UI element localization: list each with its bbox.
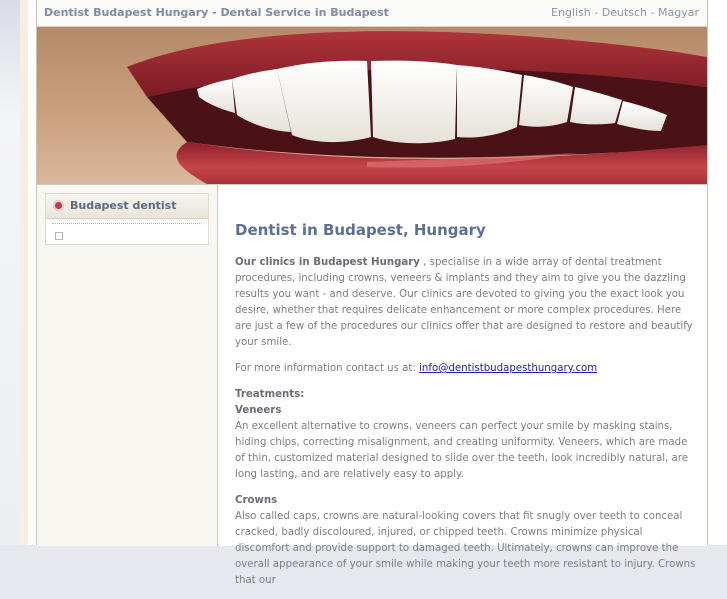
crowns-title: Crowns xyxy=(235,495,278,506)
lang-deutsch-link[interactable]: Deutsch xyxy=(602,6,647,19)
intro-text: , specialise in a wide array of dental t… xyxy=(235,257,693,348)
language-switcher: English - Deutsch - Magyar xyxy=(551,0,699,26)
main-content: Dentist in Budapest, Hungary Our clinics… xyxy=(219,184,707,586)
crowns-text: Also called caps, crowns are natural-loo… xyxy=(235,511,696,586)
dotted-divider xyxy=(52,223,202,224)
treatments-label: Treatments: xyxy=(235,389,305,400)
page-inner: Dentist Budapest Hungary - Dental Servic… xyxy=(36,0,708,586)
contact-paragraph: For more information contact us at: info… xyxy=(235,361,697,377)
contact-text: For more information contact us at: xyxy=(235,363,420,374)
page-frame: Dentist Budapest Hungary - Dental Servic… xyxy=(20,0,727,586)
bullet-icon xyxy=(55,202,62,209)
sidebar-item-budapest-dentist[interactable]: Budapest dentist xyxy=(46,194,208,219)
lang-separator: - xyxy=(647,6,658,19)
sidebar-checkbox[interactable] xyxy=(55,232,63,240)
site-title[interactable]: Dentist Budapest Hungary - Dental Servic… xyxy=(44,0,389,26)
smile-illustration xyxy=(37,27,707,184)
treatments-section: Treatments: Veneers An excellent alterna… xyxy=(235,387,697,589)
intro-paragraph: Our clinics in Budapest Hungary , specia… xyxy=(235,255,697,351)
lang-magyar-link[interactable]: Magyar xyxy=(658,6,699,19)
page-title: Dentist in Budapest, Hungary xyxy=(235,221,486,239)
sidebar-nav-box: Budapest dentist xyxy=(45,193,209,245)
intro-bold: Our clinics in Budapest Hungary xyxy=(235,257,420,268)
veneers-text: An excellent alternative to crowns, vene… xyxy=(235,421,689,480)
lang-separator: - xyxy=(590,6,602,19)
sidebar-box-title: Budapest dentist xyxy=(70,199,177,212)
left-sidebar: Budapest dentist xyxy=(37,184,218,546)
contact-email-link[interactable]: info@dentistbudapesthungary.com xyxy=(419,363,597,374)
top-bar: Dentist Budapest Hungary - Dental Servic… xyxy=(37,0,707,27)
article-body: Our clinics in Budapest Hungary , specia… xyxy=(235,255,697,599)
lang-english-link[interactable]: English xyxy=(551,6,591,19)
veneers-title: Veneers xyxy=(235,405,282,416)
hero-smile-image xyxy=(37,27,707,184)
